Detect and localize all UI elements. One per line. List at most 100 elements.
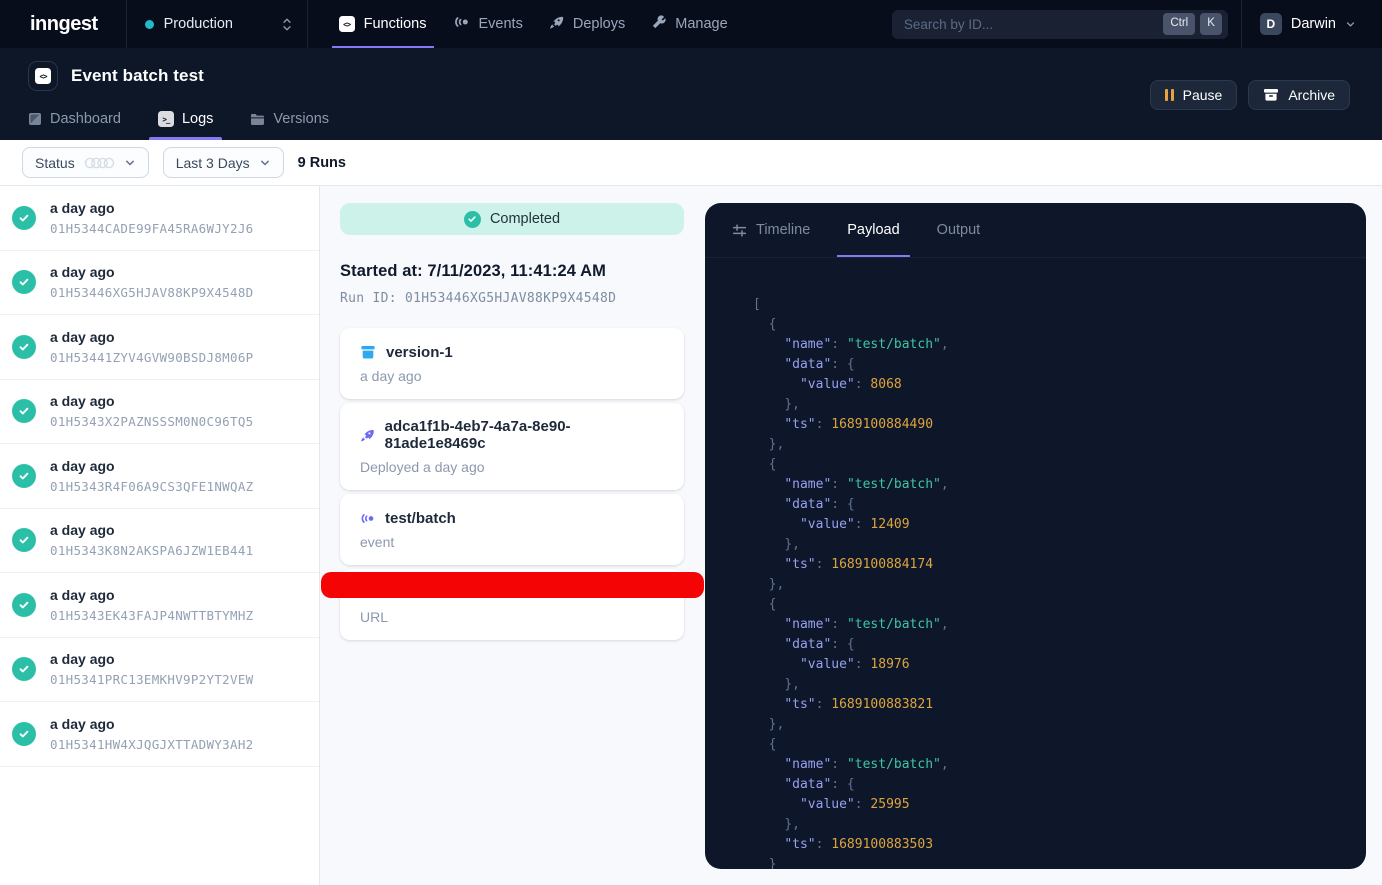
check-circle-icon (464, 211, 481, 228)
run-time: a day ago (50, 329, 253, 345)
run-id: 01H5343X2PAZNSSSM0N0C96TQ5 (50, 414, 253, 429)
run-id: 01H5343EK43FAJP4NWTTBTYMHZ (50, 608, 253, 623)
deploy-card-subtitle: Deployed a day ago (360, 459, 664, 475)
run-list-item[interactable]: a day ago 01H5343EK43FAJP4NWTTBTYMHZ (0, 573, 319, 638)
keycap-k: K (1200, 13, 1222, 35)
functions-icon: <> (339, 16, 355, 32)
tab-label: Dashboard (50, 111, 121, 127)
tab-timeline[interactable]: Timeline (732, 203, 810, 257)
tab-label: Logs (182, 111, 213, 127)
runs-count: 9 Runs (298, 155, 346, 171)
run-list-item[interactable]: a day ago 01H5341HW4XJQGJXTTADWY3AH2 (0, 702, 319, 767)
user-name: Darwin (1291, 16, 1336, 32)
run-list: a day ago 01H5344CADE99FA45RA6WJY2J6 a d… (0, 186, 320, 885)
archive-button[interactable]: Archive (1248, 80, 1350, 110)
run-time: a day ago (50, 393, 253, 409)
event-card-title: test/batch (385, 510, 456, 527)
version-card-title: version-1 (386, 344, 453, 361)
function-header: <> Event batch test Dashboard >_ Logs Ve… (0, 48, 1382, 140)
started-at: Started at: 7/11/2023, 11:41:24 AM (340, 262, 684, 281)
run-id: 01H5343K8N2AKSPA6JZW1EB441 (50, 543, 253, 558)
nav-tab-label: Functions (364, 16, 427, 32)
nav-tab-label: Events (479, 16, 523, 32)
pause-icon (1165, 89, 1174, 101)
run-time: a day ago (50, 651, 253, 667)
rocket-icon (360, 428, 375, 443)
page-title: Event batch test (71, 66, 204, 86)
tab-output[interactable]: Output (937, 203, 981, 257)
nav-tab-events[interactable]: Events (440, 0, 536, 48)
status-filter[interactable]: Status (22, 147, 149, 178)
tab-label: Timeline (756, 222, 810, 238)
version-card-subtitle: a day ago (360, 368, 664, 384)
check-circle-icon (12, 722, 36, 746)
run-list-item[interactable]: a day ago 01H5343R4F06A9CS3QFE1NWQAZ (0, 444, 319, 509)
tab-dashboard[interactable]: Dashboard (28, 111, 121, 140)
run-detail-column: Completed Started at: 7/11/2023, 11:41:2… (320, 186, 705, 885)
tab-label: Output (937, 222, 981, 238)
run-id: 01H5341HW4XJQGJXTTADWY3AH2 (50, 737, 253, 752)
check-circle-icon (12, 206, 36, 230)
run-time: a day ago (50, 264, 253, 280)
version-card[interactable]: version-1 a day ago (340, 328, 684, 399)
primary-nav: <> Functions Events Deploys Manage (326, 0, 741, 48)
tab-payload[interactable]: Payload (847, 203, 899, 257)
run-id-value: Run ID: 01H53446XG5HJAV88KP9X4548D (340, 291, 684, 306)
run-list-item[interactable]: a day ago 01H5343K8N2AKSPA6JZW1EB441 (0, 509, 319, 574)
run-id: 01H53446XG5HJAV88KP9X4548D (50, 285, 253, 300)
run-time: a day ago (50, 200, 253, 216)
deploy-card-title: adca1f1b-4eb7-4a7a-8e90-81ade1e8469c (385, 418, 664, 452)
pause-button[interactable]: Pause (1150, 80, 1237, 110)
inngest-logo[interactable]: inngest (0, 0, 126, 48)
tab-versions[interactable]: Versions (250, 111, 329, 140)
tab-logs[interactable]: >_ Logs (158, 111, 213, 140)
search-box[interactable]: Ctrl K (892, 10, 1228, 39)
detail-panel-tabs: Timeline Payload Output (705, 203, 1366, 258)
nav-tab-functions[interactable]: <> Functions (326, 0, 440, 48)
rocket-icon (549, 15, 564, 34)
event-card-subtitle: event (360, 534, 664, 550)
chevron-down-icon (124, 157, 136, 169)
redaction-overlay (321, 572, 704, 598)
event-card[interactable]: test/batch event (340, 494, 684, 565)
run-list-item[interactable]: a day ago 01H5343X2PAZNSSSM0N0C96TQ5 (0, 380, 319, 445)
nav-tab-manage[interactable]: Manage (638, 0, 740, 48)
tab-label: Versions (273, 111, 329, 127)
run-time: a day ago (50, 522, 253, 538)
nav-tab-label: Deploys (573, 16, 625, 32)
function-icon: <> (28, 61, 58, 91)
run-id: 01H5341PRC13EMKHV9P2YT2VEW (50, 672, 253, 687)
logs-icon: >_ (158, 111, 174, 127)
chevron-down-icon (1345, 19, 1356, 30)
user-menu[interactable]: D Darwin (1242, 0, 1382, 48)
dashboard-icon (28, 112, 42, 126)
run-list-item[interactable]: a day ago 01H5341PRC13EMKHV9P2YT2VEW (0, 638, 319, 703)
pause-label: Pause (1183, 87, 1223, 103)
run-id: 01H5344CADE99FA45RA6WJY2J6 (50, 221, 253, 236)
navbar-right: Ctrl K D Darwin (892, 0, 1382, 48)
status-badge: Completed (340, 203, 684, 235)
main-content: a day ago 01H5344CADE99FA45RA6WJY2J6 a d… (0, 186, 1382, 885)
run-time: a day ago (50, 587, 253, 603)
run-list-item[interactable]: a day ago 01H53446XG5HJAV88KP9X4548D (0, 251, 319, 316)
environment-switcher[interactable]: Production (126, 0, 308, 48)
status-dots-icon (84, 157, 115, 169)
run-id: 01H53441ZYV4GVW90BSDJ8M06P (50, 350, 253, 365)
status-badge-label: Completed (490, 211, 560, 227)
payload-code: [ { "name": "test/batch", "data": { "val… (705, 258, 1366, 869)
date-range-filter[interactable]: Last 3 Days (163, 147, 284, 178)
run-time: a day ago (50, 458, 253, 474)
search-input[interactable] (904, 17, 1158, 32)
run-list-item[interactable]: a day ago 01H53441ZYV4GVW90BSDJ8M06P (0, 315, 319, 380)
function-tabs: Dashboard >_ Logs Versions (28, 111, 329, 140)
wrench-icon (651, 15, 666, 34)
event-signal-icon (360, 512, 375, 525)
check-circle-icon (12, 593, 36, 617)
run-list-item[interactable]: a day ago 01H5344CADE99FA45RA6WJY2J6 (0, 186, 319, 251)
archive-icon (1263, 88, 1279, 102)
detail-panel: Timeline Payload Output [ { "name": "tes… (705, 203, 1366, 869)
deploy-card[interactable]: adca1f1b-4eb7-4a7a-8e90-81ade1e8469c Dep… (340, 403, 684, 490)
filter-bar: Status Last 3 Days 9 Runs (0, 140, 1382, 186)
chevron-down-icon (259, 157, 271, 169)
nav-tab-deploys[interactable]: Deploys (536, 0, 638, 48)
